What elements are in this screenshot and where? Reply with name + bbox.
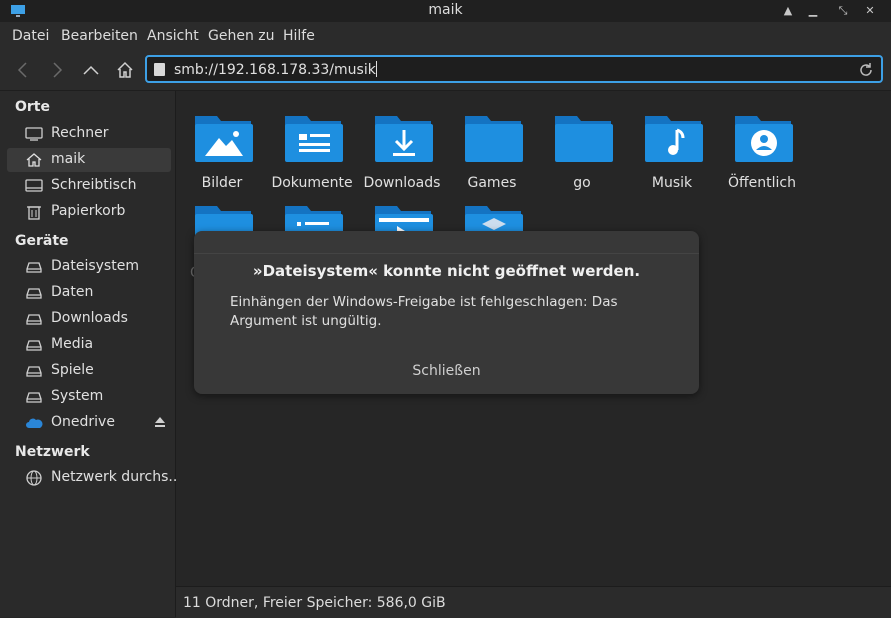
- sidebar-item-onedrive[interactable]: Onedrive: [7, 411, 171, 435]
- folder-downloads[interactable]: Downloads: [357, 100, 447, 191]
- file-icon: [154, 63, 165, 76]
- sidebar-item-label: Spiele: [51, 362, 94, 378]
- chevron-right-icon: [53, 62, 63, 78]
- computer-icon: [25, 127, 43, 141]
- pictures-folder-icon: [195, 116, 253, 162]
- restore-button[interactable]: ⤡: [835, 3, 851, 19]
- sidebar-item-daten[interactable]: Daten: [7, 281, 171, 305]
- menu-bar: Datei Bearbeiten Ansicht Gehen zu Hilfe: [0, 22, 891, 50]
- location-input[interactable]: smb://192.168.178.33/musik: [174, 61, 377, 78]
- documents-folder-icon: [285, 116, 343, 162]
- sidebar-item-label: System: [51, 388, 104, 404]
- folder-bilder[interactable]: Bilder: [177, 100, 267, 191]
- public-folder-icon: [735, 116, 793, 162]
- folder-label: Musik: [651, 175, 693, 191]
- menu-bearbeiten[interactable]: Bearbeiten: [61, 28, 138, 44]
- sidebar-item-label: Rechner: [51, 125, 109, 141]
- dialog-title: »Dateisystem« konnte nicht geöffnet werd…: [252, 262, 641, 280]
- sidebar-item-rechner[interactable]: Rechner: [7, 122, 171, 146]
- downloads-folder-icon: [375, 116, 433, 162]
- folder-label: Öffentlich: [728, 175, 796, 191]
- folder-label: Bilder: [201, 175, 243, 191]
- sidebar-item-label: Netzwerk durchs...: [51, 469, 182, 485]
- folder-label: Games: [467, 175, 517, 191]
- sidebar-item-label: Schreibtisch: [51, 177, 137, 193]
- keep-above-button[interactable]: ▲: [780, 3, 796, 19]
- folder-oeffentlich[interactable]: Öffentlich: [717, 100, 807, 191]
- sidebar-item-label: maik: [51, 151, 86, 167]
- folder-dokumente[interactable]: Dokumente: [267, 100, 357, 191]
- menu-datei[interactable]: Datei: [12, 28, 49, 44]
- error-dialog: »Dateisystem« konnte nicht geöffnet werd…: [194, 231, 699, 394]
- sidebar: Orte Rechner maik Schreibtisch Papierkor…: [0, 91, 182, 617]
- sidebar-item-label: Media: [51, 336, 94, 352]
- sidebar-item-label: Downloads: [51, 310, 128, 326]
- folder-label: Dokumente: [271, 175, 353, 191]
- sidebar-item-dateisystem[interactable]: Dateisystem: [7, 255, 171, 279]
- sidebar-item-papierkorb[interactable]: Papierkorb: [7, 200, 171, 224]
- sidebar-item-label: Onedrive: [51, 414, 115, 430]
- folder-label: Downloads: [363, 175, 441, 191]
- sidebar-heading-places: Orte: [15, 99, 50, 115]
- drive-icon: [26, 262, 42, 273]
- toolbar: smb://192.168.178.33/musik: [0, 50, 891, 91]
- location-bar[interactable]: smb://192.168.178.33/musik: [145, 55, 883, 83]
- sidebar-item-label: Papierkorb: [51, 203, 126, 219]
- sidebar-item-media[interactable]: Media: [7, 333, 171, 357]
- status-bar: 11 Ordner, Freier Speicher: 586,0 GiB: [176, 586, 891, 618]
- menu-ansicht[interactable]: Ansicht: [147, 28, 199, 44]
- chevron-up-icon: [83, 65, 99, 75]
- eject-icon[interactable]: [154, 415, 166, 429]
- status-text: 11 Ordner, Freier Speicher: 586,0 GiB: [183, 595, 446, 611]
- sidebar-item-schreibtisch[interactable]: Schreibtisch: [7, 174, 171, 198]
- desktop-icon: [25, 179, 43, 192]
- menu-gehen-zu[interactable]: Gehen zu: [208, 28, 275, 44]
- sidebar-item-network[interactable]: Netzwerk durchs...: [7, 466, 182, 490]
- reload-icon[interactable]: [857, 61, 875, 79]
- close-window-button[interactable]: ✕: [862, 3, 878, 19]
- home-icon: [117, 61, 133, 78]
- folder-icon: [465, 116, 523, 162]
- drive-icon: [26, 288, 42, 299]
- music-folder-icon: [645, 116, 703, 162]
- menu-hilfe[interactable]: Hilfe: [283, 28, 315, 44]
- sidebar-item-system[interactable]: System: [7, 385, 171, 409]
- dialog-message: Einhängen der Windows-Freigabe ist fehlg…: [230, 294, 618, 329]
- folder-games[interactable]: Games: [447, 100, 537, 191]
- dialog-header-strip: [194, 231, 699, 254]
- up-button[interactable]: [79, 58, 103, 82]
- title-bar: maik ▲ ▁ ⤡ ✕: [0, 0, 891, 22]
- home-icon: [26, 153, 42, 167]
- window-title: maik: [428, 2, 463, 18]
- drive-icon: [26, 366, 42, 377]
- chevron-left-icon: [17, 62, 27, 78]
- drive-icon: [26, 392, 42, 403]
- folder-musik[interactable]: Musik: [627, 100, 717, 191]
- text-caret: [375, 61, 377, 77]
- sidebar-item-spiele[interactable]: Spiele: [7, 359, 171, 383]
- trash-icon: [27, 206, 41, 220]
- sidebar-item-downloads[interactable]: Downloads: [7, 307, 171, 331]
- drive-icon: [26, 314, 42, 325]
- cloud-icon: [26, 418, 43, 428]
- drive-icon: [26, 340, 42, 351]
- folder-go[interactable]: go: [537, 100, 627, 191]
- sidebar-item-label: Dateisystem: [51, 258, 139, 274]
- dialog-close-button[interactable]: Schließen: [194, 363, 699, 379]
- back-button[interactable]: [11, 58, 35, 82]
- folder-label: go: [573, 175, 591, 191]
- minimize-button[interactable]: ▁: [805, 3, 821, 19]
- sidebar-item-maik[interactable]: maik: [7, 148, 171, 172]
- network-icon: [26, 470, 42, 486]
- sidebar-heading-network: Netzwerk: [15, 444, 90, 460]
- sidebar-item-label: Daten: [51, 284, 94, 300]
- location-value: smb://192.168.178.33/musik: [174, 62, 376, 78]
- home-button[interactable]: [113, 58, 137, 82]
- forward-button[interactable]: [45, 58, 69, 82]
- sidebar-heading-devices: Geräte: [15, 233, 69, 249]
- folder-icon: [555, 116, 613, 162]
